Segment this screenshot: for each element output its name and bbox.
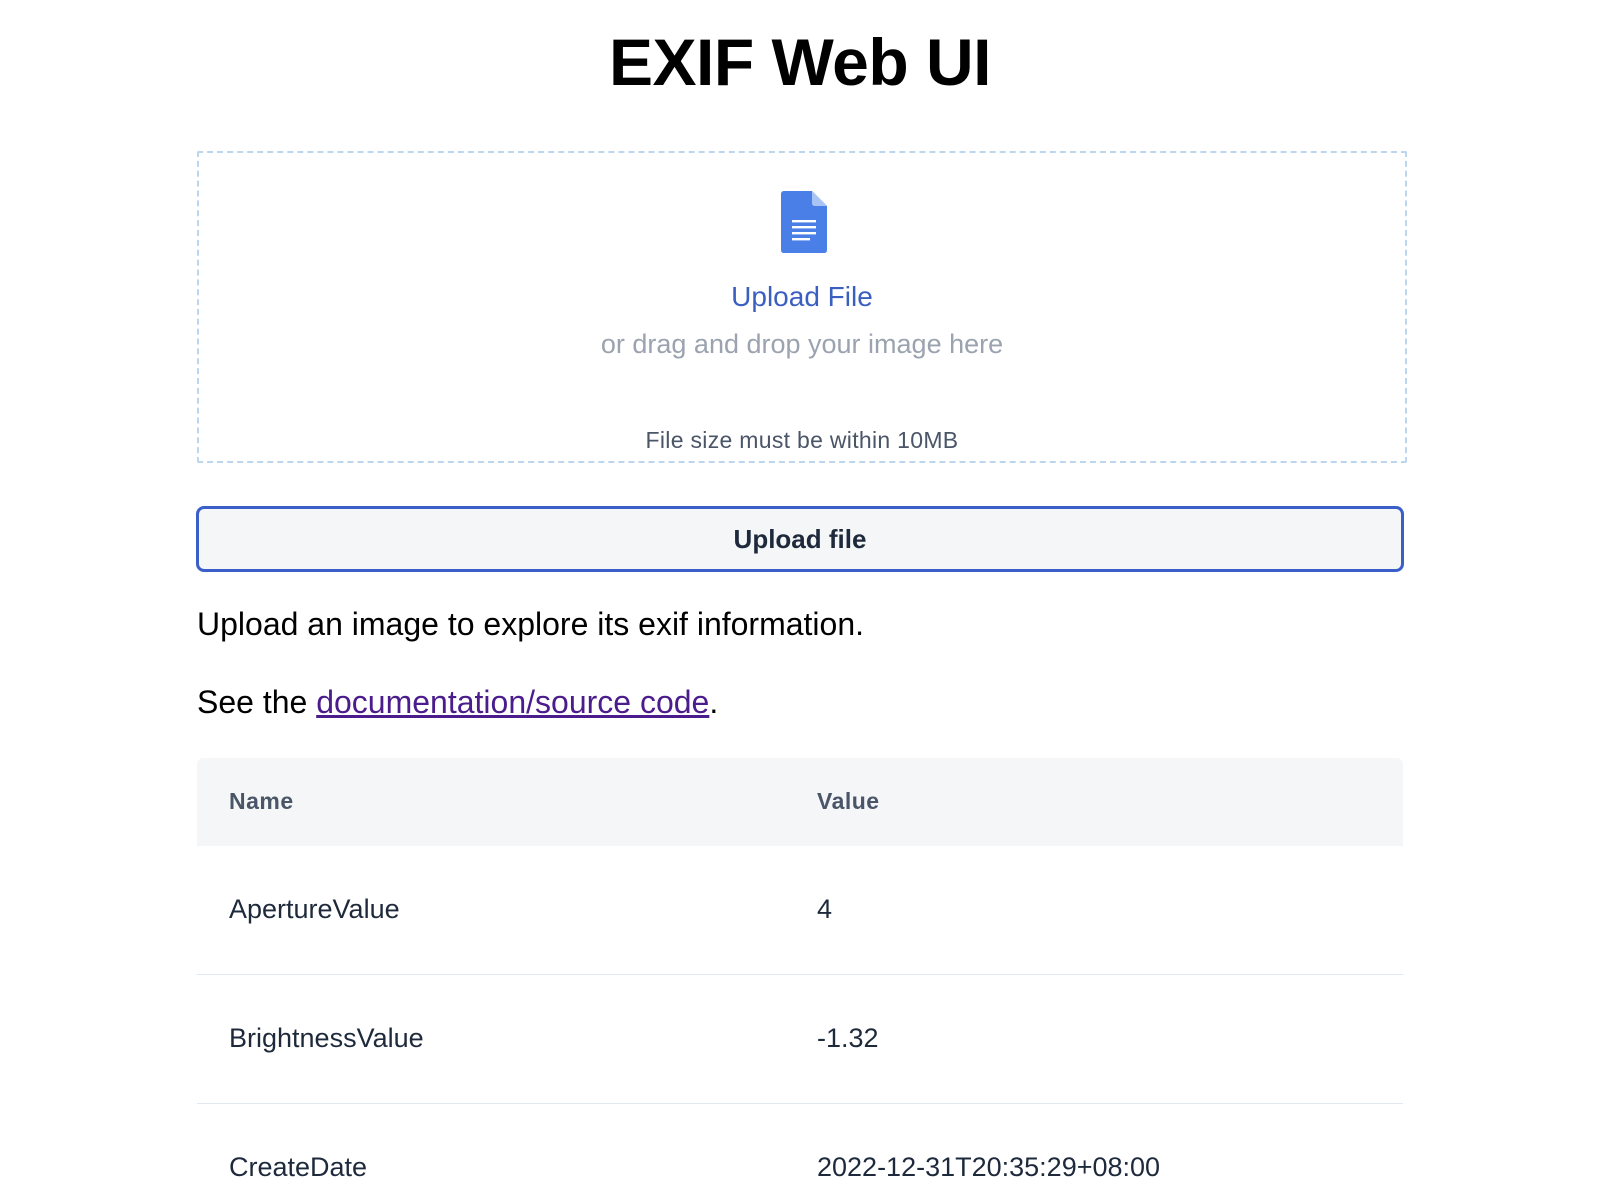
drag-drop-hint: or drag and drop your image here	[600, 329, 1004, 359]
documentation-prefix: See the	[197, 684, 317, 720]
exif-table: Name Value ApertureValue 4 BrightnessVal…	[197, 758, 1403, 1200]
table-row: ApertureValue 4	[197, 846, 1403, 975]
column-header-value: Value	[817, 788, 880, 814]
row-name-cell: BrightnessValue	[229, 1023, 424, 1053]
table-row: BrightnessValue -1.32	[197, 975, 1403, 1104]
file-size-note: File size must be within 10MB	[645, 427, 959, 453]
row-value-cell: -1.32	[817, 1023, 879, 1053]
column-header-name: Name	[229, 788, 294, 814]
intro-text: Upload an image to explore its exif info…	[197, 606, 865, 642]
page: EXIF Web UI Upload File or drag and drop…	[0, 0, 1600, 1200]
upload-file-link[interactable]: Upload File	[199, 281, 1405, 313]
file-document-icon	[781, 191, 827, 253]
table-row: CreateDate 2022-12-31T20:35:29+08:00	[197, 1104, 1403, 1200]
documentation-line: See the documentation/source code.	[197, 684, 718, 721]
row-value-cell: 2022-12-31T20:35:29+08:00	[817, 1152, 1161, 1182]
row-value-cell: 4	[817, 894, 833, 924]
row-name-cell: CreateDate	[229, 1152, 368, 1182]
table-header: Name Value	[197, 758, 1403, 846]
page-title: EXIF Web UI	[609, 25, 992, 99]
row-name-cell: ApertureValue	[229, 894, 400, 924]
file-dropzone[interactable]: Upload File or drag and drop your image …	[197, 151, 1407, 463]
documentation-suffix: .	[709, 684, 719, 720]
documentation-link[interactable]: documentation/source code	[316, 684, 709, 720]
upload-file-button[interactable]: Upload file	[196, 506, 1404, 572]
